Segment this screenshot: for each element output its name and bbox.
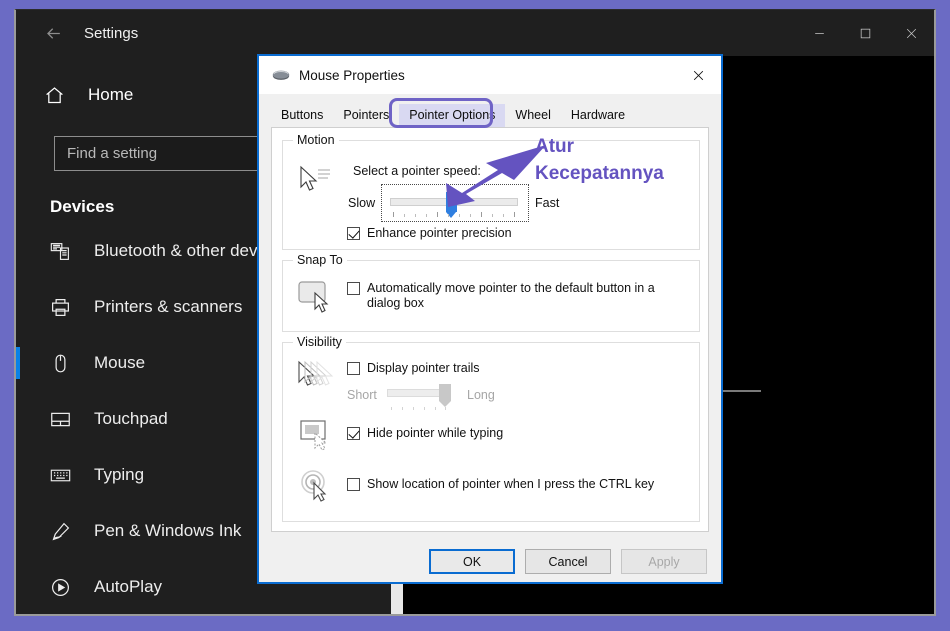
tab-wheel[interactable]: Wheel	[505, 104, 561, 127]
snap-to-legend: Snap To	[293, 253, 347, 267]
mouse-icon	[50, 353, 80, 374]
motion-legend: Motion	[293, 133, 339, 147]
pointer-trails-slider-thumb[interactable]	[439, 384, 451, 407]
snap-to-button-icon	[297, 279, 337, 318]
back-arrow-icon[interactable]	[30, 13, 76, 53]
display-pointer-trails-checkbox[interactable]	[347, 362, 360, 375]
show-pointer-location-label: Show location of pointer when I press th…	[367, 477, 655, 491]
show-pointer-location-row[interactable]: Show location of pointer when I press th…	[347, 477, 654, 492]
hide-pointer-typing-row[interactable]: Hide pointer while typing	[347, 426, 503, 441]
page-title: Settings	[84, 24, 139, 42]
tab-hardware[interactable]: Hardware	[560, 104, 636, 127]
dialog-title-bar: Mouse Properties	[259, 56, 721, 94]
dialog-title: Mouse Properties	[299, 67, 405, 83]
window-controls	[796, 10, 934, 56]
printer-icon	[50, 297, 80, 318]
maximize-icon[interactable]	[842, 10, 888, 56]
sidebar-item-label: AutoPlay	[94, 577, 163, 596]
sidebar-item-label: Typing	[94, 465, 145, 484]
trails-long-label: Long	[467, 388, 495, 402]
hide-pointer-typing-label: Hide pointer while typing	[367, 426, 504, 440]
trails-short-label: Short	[347, 388, 377, 402]
cancel-button[interactable]: Cancel	[525, 549, 611, 574]
enhance-pointer-precision-checkbox[interactable]	[347, 227, 360, 240]
snap-to-checkbox-row[interactable]: Automatically move pointer to the defaul…	[347, 281, 677, 311]
snap-to-group: Snap To Automatically move pointer to th…	[282, 253, 700, 332]
hide-pointer-typing-icon	[299, 419, 337, 456]
content-divider	[723, 390, 761, 392]
tab-buttons[interactable]: Buttons	[271, 104, 334, 127]
home-icon	[44, 85, 74, 106]
purple-frame: Settings Home Find a setting Devices Blu…	[0, 0, 950, 631]
snap-to-label: Automatically move pointer to the defaul…	[367, 281, 655, 310]
annotation-line-2: Kecepatannya	[535, 163, 664, 184]
pointer-trails-slider[interactable]	[387, 383, 459, 413]
snap-to-checkbox[interactable]	[347, 282, 360, 295]
sidebar-item-label: Printers & scanners	[94, 297, 243, 316]
show-pointer-location-icon	[299, 469, 337, 508]
pointer-trails-icon	[297, 359, 339, 398]
tab-strip: Buttons Pointers Pointer Options Wheel H…	[271, 98, 709, 128]
close-icon[interactable]	[888, 10, 934, 56]
hide-pointer-typing-checkbox[interactable]	[347, 427, 360, 440]
close-icon[interactable]	[676, 56, 721, 94]
keyboard-icon	[50, 465, 80, 486]
tab-pointer-options[interactable]: Pointer Options	[399, 104, 506, 127]
settings-title-bar: Settings	[16, 10, 934, 56]
visibility-group: Visibility Display pointer trails Short …	[282, 335, 700, 522]
pointer-motion-icon	[297, 163, 335, 202]
touchpad-icon	[50, 409, 80, 430]
sidebar-item-label: Mouse	[94, 353, 146, 372]
pen-icon	[50, 521, 80, 542]
mouse-icon	[271, 67, 291, 83]
bluetooth-devices-icon	[50, 241, 80, 262]
apply-button: Apply	[621, 549, 707, 574]
visibility-legend: Visibility	[293, 335, 346, 349]
minimize-icon[interactable]	[796, 10, 842, 56]
sidebar-item-label: Pen & Windows Ink	[94, 521, 242, 540]
enhance-pointer-precision-label: Enhance pointer precision	[367, 226, 512, 240]
dialog-buttons: OK Cancel Apply	[259, 549, 721, 574]
autoplay-icon	[50, 577, 80, 598]
slow-label: Slow	[348, 196, 376, 210]
annotation-text: Atur Kecepatannya	[535, 133, 664, 187]
display-pointer-trails-row[interactable]: Display pointer trails	[347, 361, 480, 376]
show-pointer-location-checkbox[interactable]	[347, 478, 360, 491]
annotation-line-1: Atur	[535, 136, 575, 157]
sidebar-item-label: Home	[88, 85, 134, 104]
display-pointer-trails-label: Display pointer trails	[367, 361, 480, 375]
ok-button[interactable]: OK	[429, 549, 515, 574]
enhance-pointer-precision-row[interactable]: Enhance pointer precision	[347, 226, 512, 241]
sidebar-item-label: Touchpad	[94, 409, 168, 428]
tab-pointers[interactable]: Pointers	[333, 104, 400, 127]
